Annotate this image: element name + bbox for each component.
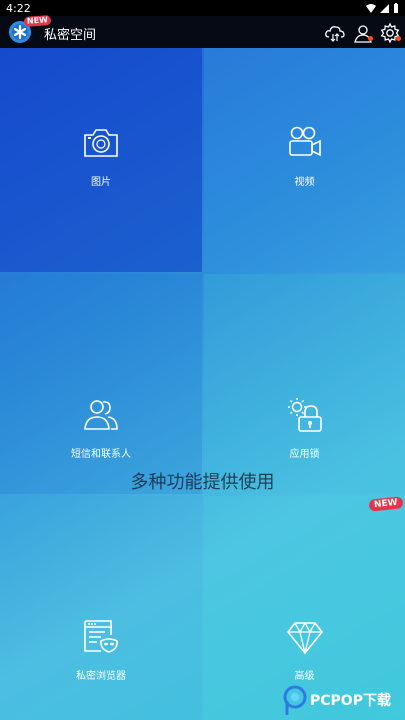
signal-icon	[380, 3, 389, 13]
settings-notification-dot	[396, 36, 401, 41]
status-icons	[366, 3, 399, 13]
profile-notification-dot	[368, 36, 373, 41]
status-bar: 4:22	[0, 0, 405, 16]
feature-caption: 多种功能提供使用	[130, 472, 275, 493]
watermark-text: PCPOP下载	[310, 693, 391, 709]
battery-icon	[394, 3, 398, 13]
tile-videos[interactable]: 视频	[204, 48, 405, 272]
feature-grid: 图片 视频 短信和联系人 应用锁 私密浏览器 高级 多种功能提供使用 NEW	[0, 48, 405, 720]
tile-private-browser[interactable]: 私密浏览器	[0, 496, 202, 720]
private-browser-icon	[84, 620, 118, 653]
app-bar: NEW 私密空间	[0, 15, 405, 48]
tile-app-lock[interactable]: 应用锁	[204, 274, 405, 494]
contacts-icon	[84, 400, 118, 430]
cloud-sync-icon[interactable]	[324, 22, 346, 44]
camera-icon	[84, 129, 118, 157]
tile-sms-contacts[interactable]: 短信和联系人	[0, 274, 202, 494]
tile-label: 短信和联系人	[71, 449, 131, 460]
app-lock-icon	[287, 398, 322, 432]
tile-label: 私密浏览器	[76, 671, 126, 682]
status-time: 4:22	[6, 1, 31, 15]
watermark: PCPOP下载	[282, 680, 405, 720]
tile-label: 图片	[91, 177, 111, 188]
video-camera-icon	[288, 126, 321, 157]
wifi-icon	[366, 3, 376, 13]
app-title: 私密空间	[44, 28, 97, 43]
tile-label: 视频	[294, 177, 315, 188]
tile-photos[interactable]: 图片	[0, 48, 202, 272]
diamond-icon	[286, 621, 323, 655]
pcpop-logo-icon	[283, 685, 307, 715]
tile-label: 应用锁	[289, 449, 320, 460]
